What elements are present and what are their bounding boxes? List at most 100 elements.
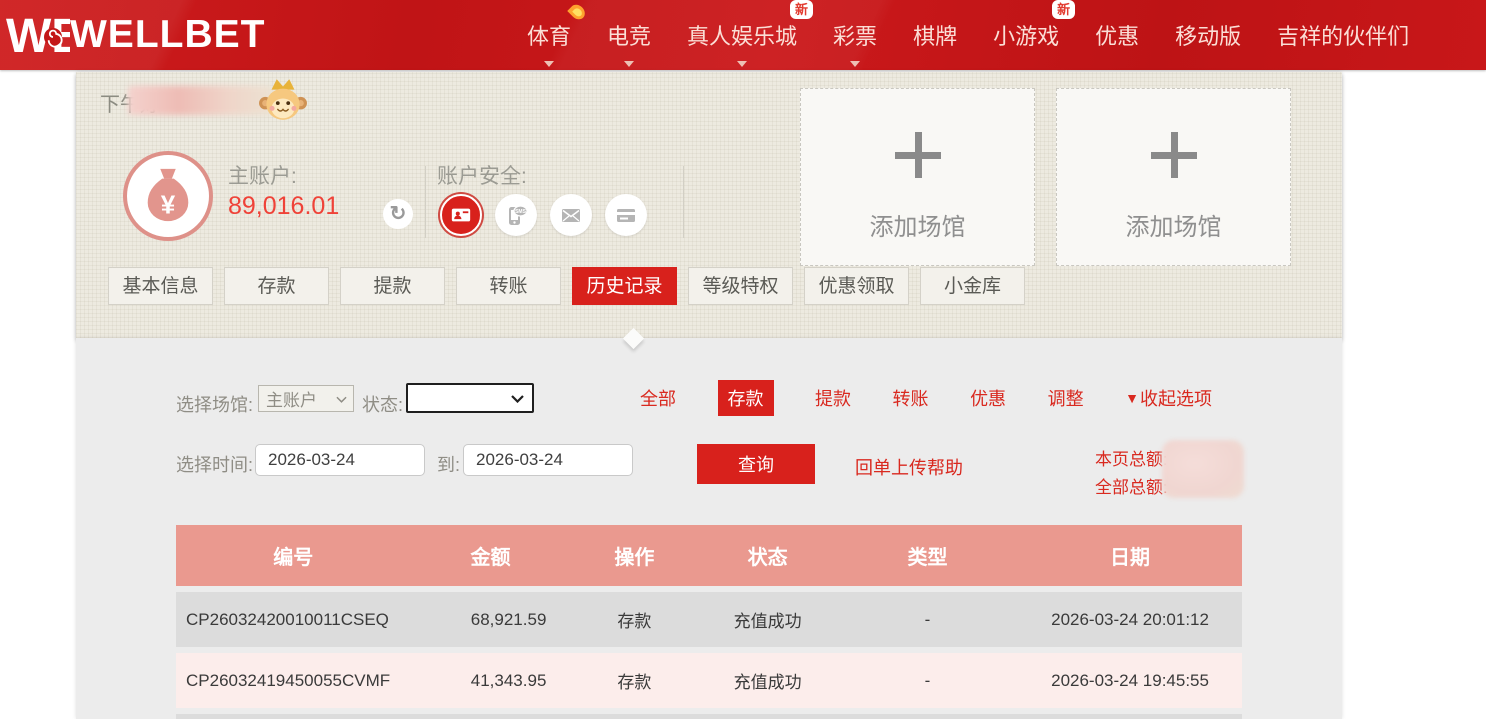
sms-phone-icon[interactable]: SMS bbox=[495, 194, 537, 236]
all-total-label: 全部总额: bbox=[1095, 473, 1168, 498]
svg-text:SMS: SMS bbox=[515, 209, 527, 215]
id-card-icon[interactable] bbox=[440, 194, 482, 236]
fire-icon bbox=[567, 2, 588, 23]
chevron-down-icon bbox=[850, 61, 860, 67]
status-select[interactable] bbox=[406, 383, 534, 413]
cell-type: - bbox=[837, 671, 1018, 691]
redacted-total-values bbox=[1162, 440, 1244, 498]
nav-menu-item[interactable]: 棋牌 bbox=[913, 19, 957, 51]
account-security-label: 账户安全: bbox=[437, 160, 527, 190]
chevron-down-icon bbox=[737, 61, 747, 67]
logo-text: WELLBET bbox=[70, 7, 265, 63]
table-header-row: 编号 金额 操作 状态 类型 日期 bbox=[176, 525, 1242, 586]
nav-menu-label: 移动版 bbox=[1175, 24, 1241, 49]
account-balance: 89,016.01 bbox=[228, 192, 339, 221]
nav-menu-item[interactable]: 移动版 bbox=[1175, 19, 1241, 51]
add-venue-card[interactable]: 添加场馆 bbox=[800, 88, 1035, 266]
security-icons-row: SMS bbox=[440, 194, 647, 236]
type-filter-link[interactable]: 转账 bbox=[893, 385, 929, 411]
venue-select-value: 主账户 bbox=[266, 386, 317, 411]
main-nav-menu: 体育 电竞 新 真人娱乐城 bbox=[527, 0, 1409, 70]
account-tabs: 基本信息 存款 提款 转账 历史记录 等级特权 优惠领取 小金库 bbox=[108, 267, 1025, 305]
receipt-upload-help-link[interactable]: 回单上传帮助 bbox=[855, 454, 963, 480]
cell-transaction-id: CP26032420010011CSEQ bbox=[176, 610, 411, 630]
type-filter-link[interactable]: 存款 bbox=[718, 380, 774, 416]
account-tab[interactable]: 存款 bbox=[224, 267, 329, 305]
type-filter-link[interactable]: 调整 bbox=[1048, 385, 1084, 411]
chevron-down-icon bbox=[336, 396, 347, 403]
wellbet-account-page: WB WELLBET 体育 电竞 bbox=[0, 0, 1486, 719]
cell-operation: 存款 bbox=[570, 607, 698, 632]
table-row: CP26032419450055CVMF 41,343.95 存款 充值成功 -… bbox=[176, 653, 1242, 708]
time-select-label: 选择时间: bbox=[176, 451, 253, 477]
table-row: CP26032420010011CSEQ 68,921.59 存款 充值成功 -… bbox=[176, 592, 1242, 647]
nav-menu-label: 真人娱乐城 bbox=[687, 24, 797, 49]
nav-menu-label: 电竞 bbox=[607, 24, 651, 49]
nav-menu-item[interactable]: 优惠 bbox=[1095, 19, 1139, 51]
chevron-down-icon bbox=[511, 395, 524, 403]
type-filter-link[interactable]: 全部 bbox=[640, 385, 676, 411]
nav-menu-item[interactable]: 吉祥的伙伴们 bbox=[1277, 19, 1409, 51]
history-table: 编号 金额 操作 状态 类型 日期 CP26032420010011CSEQ bbox=[176, 525, 1242, 719]
account-tab[interactable]: 小金库 bbox=[920, 267, 1025, 305]
cell-status: 充值成功 bbox=[698, 668, 837, 693]
query-button[interactable]: 查询 bbox=[697, 444, 815, 484]
table-row-partial bbox=[176, 714, 1242, 719]
table-header-cell: 日期 bbox=[1018, 541, 1242, 570]
email-icon[interactable] bbox=[550, 194, 592, 236]
svg-text:¥: ¥ bbox=[161, 189, 176, 219]
cell-amount: 68,921.59 bbox=[411, 610, 571, 630]
nav-menu-item[interactable]: 新 真人娱乐城 bbox=[687, 19, 797, 51]
nav-menu-item[interactable]: 彩票 bbox=[833, 19, 877, 51]
cell-date: 2026-03-24 19:45:55 bbox=[1018, 671, 1242, 691]
transaction-type-filters: 全部 存款 提款 转账 优惠 调整 ▼ 收起选项 bbox=[640, 382, 1212, 414]
account-tab[interactable]: 等级特权 bbox=[688, 267, 793, 305]
date-to-input[interactable] bbox=[463, 444, 633, 476]
vertical-divider bbox=[425, 166, 426, 238]
nav-menu-label: 吉祥的伙伴们 bbox=[1277, 24, 1409, 49]
account-tab[interactable]: 提款 bbox=[340, 267, 445, 305]
date-from-input[interactable] bbox=[255, 444, 425, 476]
add-venue-label: 添加场馆 bbox=[801, 207, 1034, 242]
type-filter-link[interactable]: 提款 bbox=[815, 385, 851, 411]
plus-icon bbox=[895, 132, 941, 178]
account-panel: 下午好 ¥ 主账户: 89,016.01 ↻ 账户安全: bbox=[76, 72, 1342, 338]
nav-menu-item[interactable]: 体育 bbox=[527, 19, 571, 51]
cell-type: - bbox=[837, 610, 1018, 630]
page-total-label: 本页总额: bbox=[1095, 445, 1168, 470]
monkey-avatar bbox=[258, 76, 308, 122]
chevron-down-icon bbox=[624, 61, 634, 67]
refresh-icon: ↻ bbox=[390, 203, 407, 225]
wellbet-logo[interactable]: WB WELLBET bbox=[6, 7, 265, 63]
nav-menu-item[interactable]: 新 小游戏 bbox=[993, 19, 1059, 51]
type-filter-link[interactable]: 优惠 bbox=[970, 385, 1006, 411]
triangle-down-icon: ▼ bbox=[1125, 390, 1139, 406]
status-select-label: 状态: bbox=[362, 391, 403, 417]
bank-card-icon[interactable] bbox=[605, 194, 647, 236]
collapse-options-label: 收起选项 bbox=[1140, 385, 1212, 411]
to-label: 到: bbox=[437, 451, 460, 477]
nav-menu-label: 体育 bbox=[527, 24, 571, 49]
nav-menu-item[interactable]: 电竞 bbox=[607, 19, 651, 51]
table-header-cell: 编号 bbox=[176, 541, 411, 570]
venue-select[interactable]: 主账户 bbox=[258, 385, 354, 412]
account-tab[interactable]: 优惠领取 bbox=[804, 267, 909, 305]
account-tab[interactable]: 基本信息 bbox=[108, 267, 213, 305]
money-bag-icon: ¥ bbox=[139, 165, 197, 227]
history-section: 选择场馆: 主账户 状态: 全部 存款 提款 转账 优惠 bbox=[76, 338, 1342, 719]
add-venue-label: 添加场馆 bbox=[1057, 207, 1290, 242]
new-badge: 新 bbox=[1052, 0, 1075, 19]
nav-menu-label: 彩票 bbox=[833, 24, 877, 49]
add-venue-card[interactable]: 添加场馆 bbox=[1056, 88, 1291, 266]
top-nav-bar: WB WELLBET 体育 电竞 bbox=[0, 0, 1486, 70]
wallet-icon: ¥ bbox=[123, 151, 213, 241]
refresh-balance-button[interactable]: ↻ bbox=[383, 199, 413, 229]
collapse-options-link[interactable]: ▼ 收起选项 bbox=[1125, 385, 1212, 411]
account-tab[interactable]: 转账 bbox=[456, 267, 561, 305]
table-header-cell: 操作 bbox=[570, 541, 698, 570]
main-account-label: 主账户: bbox=[228, 160, 297, 190]
chevron-down-icon bbox=[544, 61, 554, 67]
account-tab[interactable]: 历史记录 bbox=[572, 267, 677, 305]
new-badge: 新 bbox=[790, 0, 813, 19]
nav-menu-label: 优惠 bbox=[1095, 24, 1139, 49]
